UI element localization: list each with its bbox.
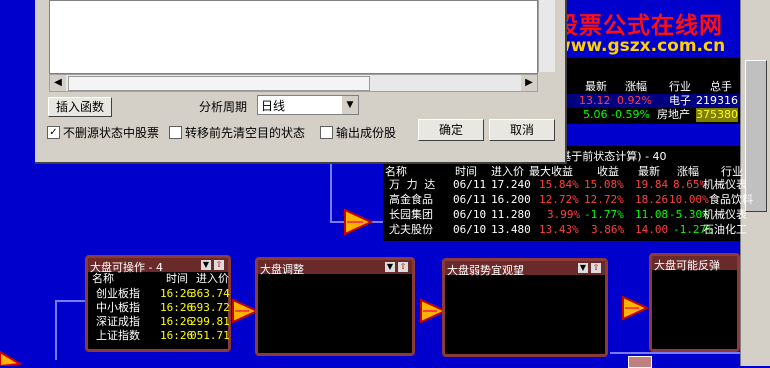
ok-button[interactable]: 确定	[418, 119, 484, 141]
formula-editor[interactable]	[49, 0, 538, 74]
scrollbar-thumb[interactable]	[68, 76, 370, 91]
panel-title: 大盘调整	[260, 263, 304, 276]
connector-line	[55, 300, 57, 360]
table-row[interactable]: 13.12 0.92% 电子 219316	[565, 94, 740, 108]
connector-line	[55, 300, 85, 302]
state-panel-weak[interactable]: 大盘弱势宜观望 ▼ ⇧	[442, 258, 608, 357]
table-row[interactable]: 尤夫股份 06/10 13.480 13.43% 3.86% 14.00 -1.…	[383, 222, 747, 237]
transition-arrow-icon[interactable]	[343, 208, 373, 236]
arrow-up-icon[interactable]: ⇧	[591, 263, 601, 273]
scroll-left-icon[interactable]: ◀	[50, 75, 66, 91]
scroll-right-icon[interactable]: ▶	[521, 75, 537, 91]
status-indicator	[628, 356, 652, 368]
clear-target-label: 转移前先清空目的状态	[185, 126, 306, 140]
table-row[interactable]: 长园集团 06/10 11.280 3.99% -1.77% 11.08 -5.…	[383, 207, 747, 222]
formula-dialog: ◀ ▶ 插入函数 分析周期 日线 ▼ ✓ 不删源状态中股票 转移前先清空目的状态…	[35, 0, 567, 164]
dropdown-icon[interactable]: ▼	[385, 262, 395, 272]
period-select[interactable]: 日线 ▼	[257, 95, 359, 115]
clear-target-checkbox[interactable]	[169, 126, 182, 139]
table-row[interactable]: 高金食品 06/11 16.200 12.72% 12.72% 18.26 10…	[383, 192, 753, 207]
keep-source-checkbox[interactable]: ✓	[47, 126, 60, 139]
arrow-up-icon[interactable]: ⇧	[398, 262, 408, 272]
watermark-title: 股票公式在线网	[555, 13, 723, 39]
table-header: 名称 时间 进入价	[92, 272, 229, 285]
editor-vertical-scrollbar[interactable]	[538, 0, 555, 72]
output-constituents-label: 输出成份股	[336, 126, 397, 140]
connector-line	[610, 352, 740, 354]
dropdown-icon[interactable]: ▼	[578, 263, 588, 273]
period-label: 分析周期	[199, 100, 248, 114]
panel-title: 大盘弱势宜观望	[447, 264, 524, 277]
state-panel-adjust[interactable]: 大盘调整 ▼ ⇧	[255, 257, 415, 356]
state-panel-rebound[interactable]: 大盘可能反弹	[649, 253, 740, 352]
insert-function-button[interactable]: 插入函数	[48, 97, 112, 117]
dropdown-icon[interactable]: ▼	[201, 260, 211, 270]
stock-quote-table: 最新 涨幅 行业 总手 13.12 0.92% 电子 219316 5.06 -…	[565, 58, 740, 124]
arrow-up-icon[interactable]: ⇧	[214, 260, 224, 270]
panel-title: 大盘可能反弹	[654, 259, 720, 272]
connector-line	[330, 162, 332, 222]
cancel-button[interactable]: 取消	[489, 119, 555, 141]
editor-horizontal-scrollbar[interactable]: ◀ ▶	[49, 74, 538, 92]
table-row[interactable]: 万 力 达 06/11 17.240 15.84% 15.08% 19.84 8…	[383, 177, 747, 192]
output-constituents-checkbox[interactable]	[320, 126, 333, 139]
chevron-down-icon[interactable]: ▼	[342, 96, 358, 114]
keep-source-label: 不删源状态中股票	[63, 126, 160, 140]
scrollbar-thumb[interactable]	[745, 60, 767, 212]
transition-arrow-icon[interactable]	[0, 350, 22, 366]
transition-arrow-icon[interactable]	[621, 295, 649, 321]
watermark-url: www.gszx.com.cn	[555, 36, 726, 56]
state-panel-operable[interactable]: 大盘可操作 - 4 ▼ ⇧ 名称 时间 进入价 创业板指 16:26 363.7…	[85, 255, 231, 352]
